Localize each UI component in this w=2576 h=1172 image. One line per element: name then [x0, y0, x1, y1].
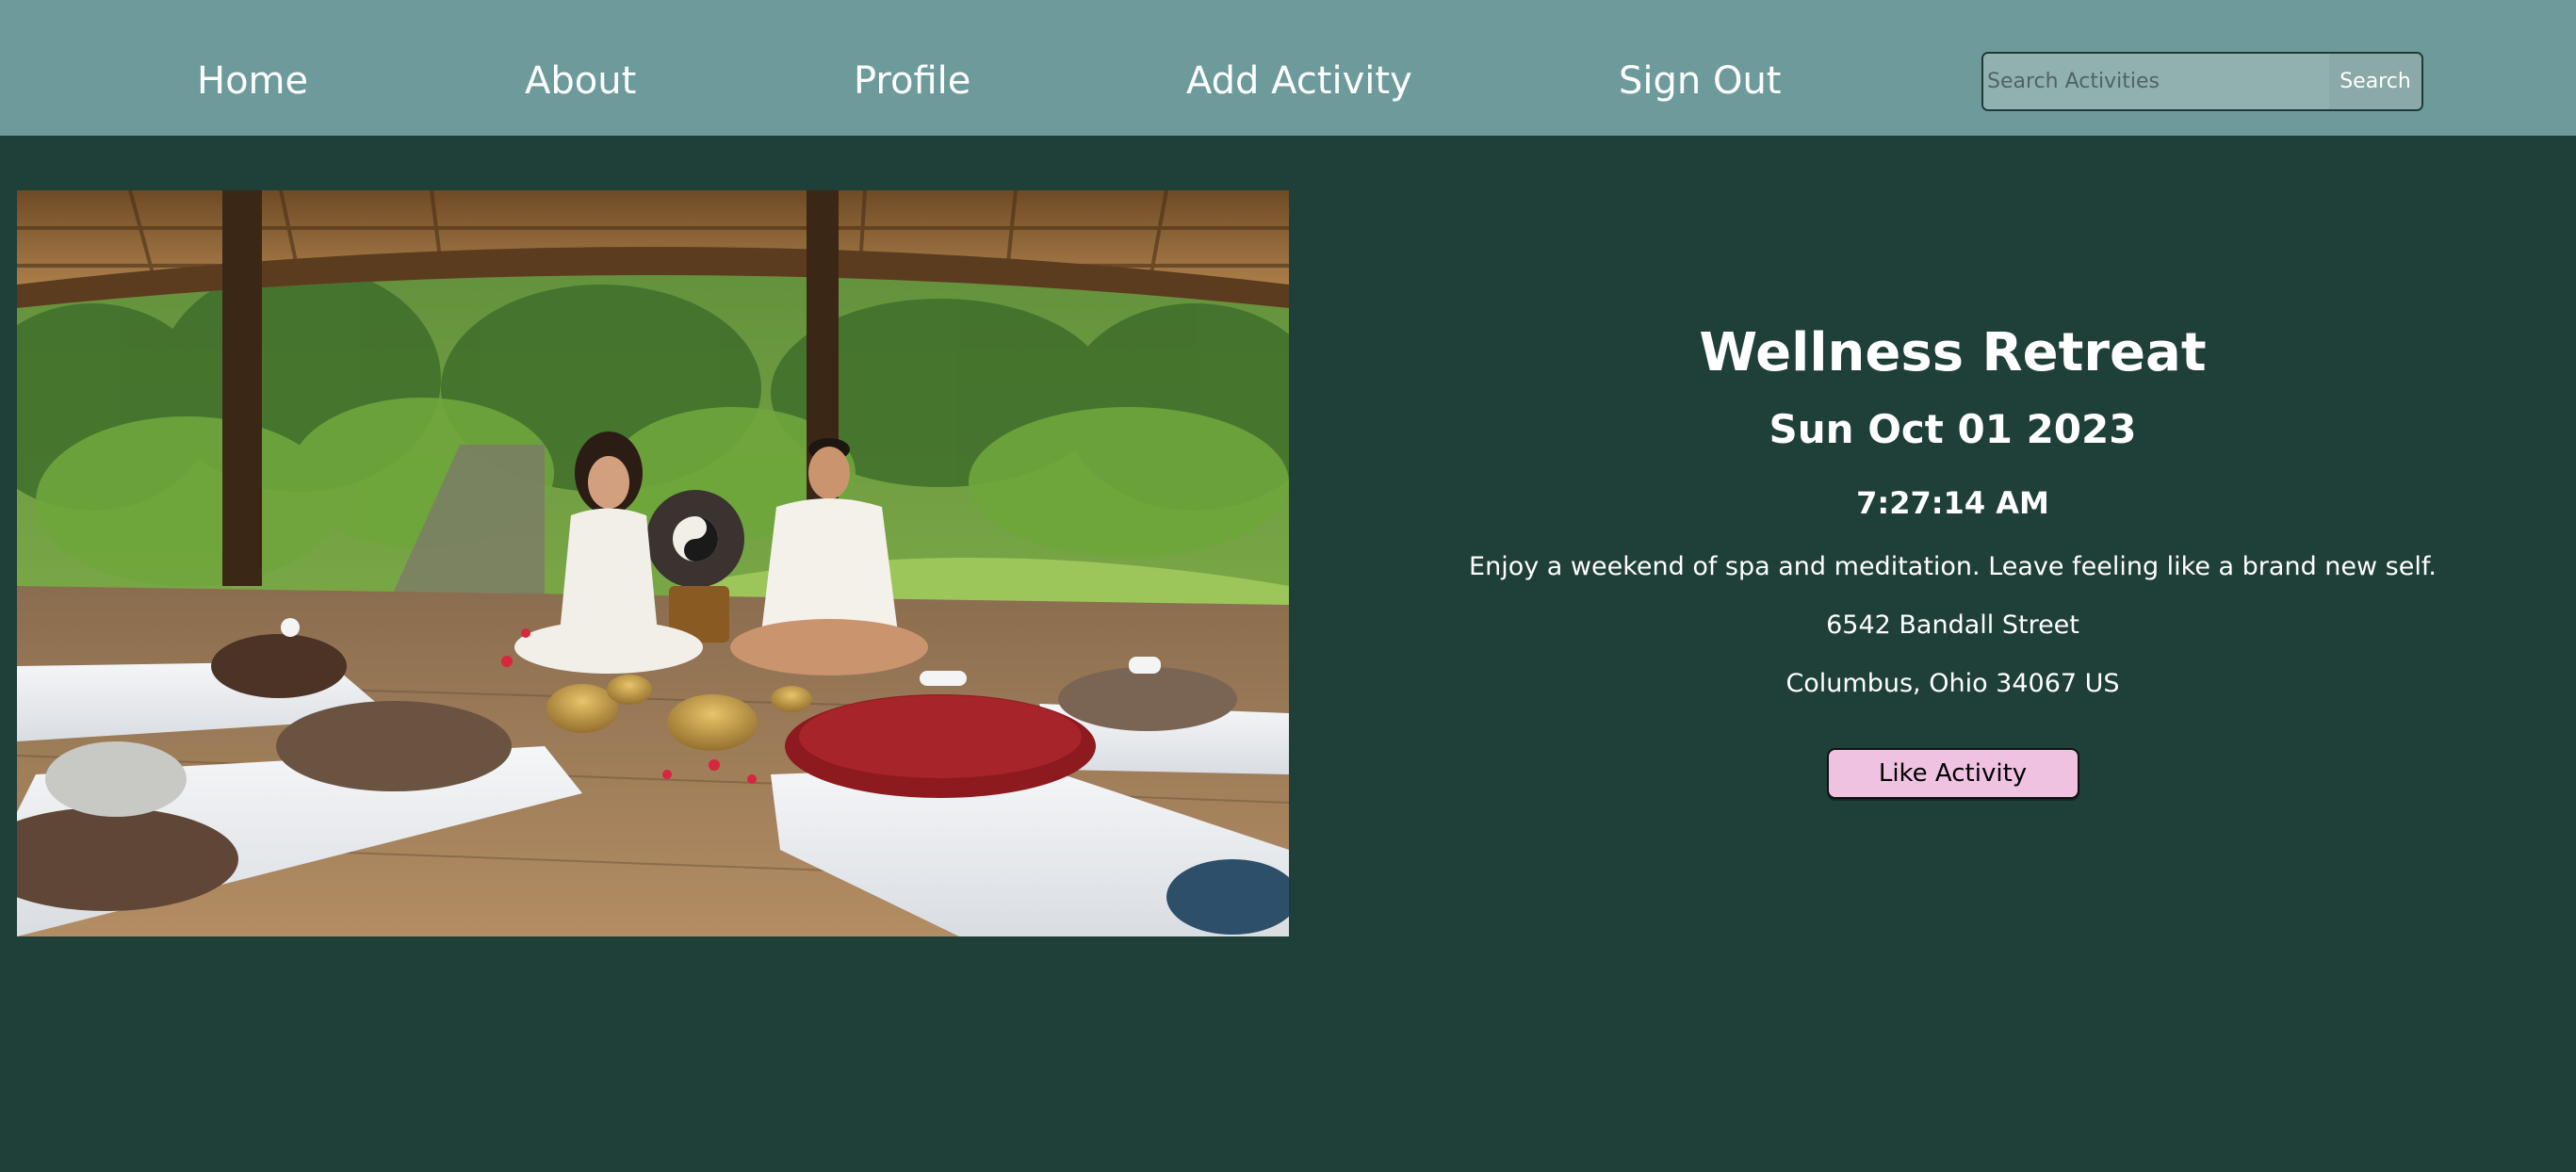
activity-details: Wellness Retreat Sun Oct 01 2023 7:27:14…: [1432, 311, 2473, 799]
nav-sign-out-link[interactable]: Sign Out: [1619, 55, 1781, 107]
activity-date: Sun Oct 01 2023: [1769, 406, 2137, 452]
activity-time: 7:27:14 AM: [1856, 485, 2049, 521]
activity-address-street: 6542 Bandall Street: [1826, 610, 2079, 640]
search-input[interactable]: [1983, 54, 2329, 109]
nav-profile-link[interactable]: Profile: [854, 55, 970, 107]
nav-home-link[interactable]: Home: [197, 55, 308, 107]
top-navigation-bar: Home About Profile Add Activity Sign Out…: [0, 0, 2576, 136]
activity-address-city: Columbus, Ohio 34067 US: [1785, 669, 2120, 698]
nav-add-activity-link[interactable]: Add Activity: [1186, 55, 1412, 107]
activity-description: Enjoy a weekend of spa and meditation. L…: [1469, 552, 2437, 581]
activity-title: Wellness Retreat: [1699, 322, 2207, 383]
search-form: Search: [1981, 52, 2423, 111]
activity-photo: [17, 190, 1289, 936]
nav-about-link[interactable]: About: [525, 55, 636, 107]
search-button[interactable]: Search: [2329, 54, 2421, 109]
retreat-photo-illustration: [17, 190, 1289, 936]
like-activity-button[interactable]: Like Activity: [1826, 748, 2079, 799]
